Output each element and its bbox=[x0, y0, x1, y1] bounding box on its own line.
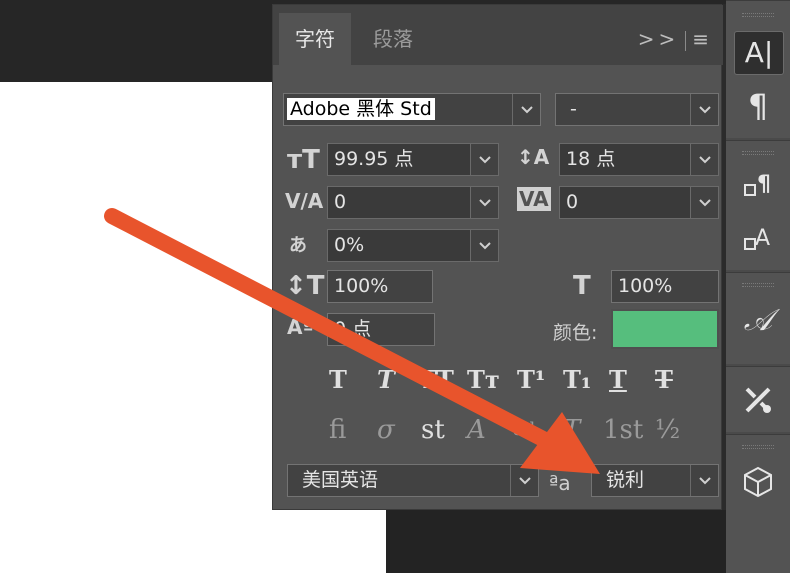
font-size-value: 99.95 点 bbox=[334, 148, 414, 170]
vertical-scale-icon: ↕T bbox=[285, 271, 325, 301]
chevron-down-icon[interactable] bbox=[690, 144, 718, 175]
canvas-dark-area-bottom bbox=[386, 510, 726, 573]
baseline-shift-value: 0 点 bbox=[334, 318, 372, 340]
vertical-scale-value: 100% bbox=[334, 275, 389, 297]
subscript-button[interactable]: T₁ bbox=[563, 365, 591, 394]
vertical-scale-field[interactable]: 100% bbox=[327, 270, 433, 303]
kerning-select[interactable]: 0 bbox=[327, 186, 499, 219]
faux-italic-button[interactable]: T bbox=[377, 365, 395, 394]
chevron-down-icon[interactable] bbox=[512, 94, 540, 125]
all-caps-button[interactable]: TT bbox=[419, 365, 454, 394]
canvas-dark-area bbox=[0, 0, 272, 82]
horizontal-scale-field[interactable]: 100% bbox=[611, 270, 719, 303]
dock-group: A| ¶ bbox=[726, 0, 790, 138]
antialias-value: 锐利 bbox=[606, 469, 645, 491]
color-label: 颜色: bbox=[553, 322, 598, 344]
strikethrough-button[interactable]: T bbox=[655, 365, 673, 394]
kerning-icon: V/A bbox=[285, 189, 324, 213]
leading-icon: ↕A bbox=[517, 145, 550, 169]
swash-button[interactable]: A bbox=[467, 415, 486, 445]
svg-text:¶: ¶ bbox=[757, 172, 771, 197]
fractions-button[interactable]: ½ bbox=[655, 415, 680, 445]
antialias-select[interactable]: 锐利 bbox=[591, 464, 719, 497]
paragraph-styles-icon[interactable]: ¶ bbox=[726, 169, 790, 207]
collapse-panel-button[interactable]: >> bbox=[638, 27, 680, 51]
font-family-value: Adobe 黑体 Std bbox=[287, 98, 435, 120]
3d-icon[interactable] bbox=[726, 465, 790, 503]
font-family-select[interactable]: Adobe 黑体 Std bbox=[283, 93, 541, 126]
underline-button[interactable]: T bbox=[609, 365, 627, 394]
font-size-field[interactable]: 99.95 点 bbox=[327, 143, 499, 176]
character-icon[interactable]: A| bbox=[734, 31, 784, 75]
tsume-value: 0% bbox=[334, 234, 365, 256]
horizontal-scale-icon: T bbox=[573, 271, 591, 301]
kerning-value: 0 bbox=[334, 191, 347, 213]
paragraph-icon[interactable]: ¶ bbox=[726, 87, 790, 125]
dock-group: 𝒜 bbox=[726, 272, 790, 364]
tsume-icon: あ bbox=[289, 235, 307, 256]
dock-group: ¶ A bbox=[726, 140, 790, 270]
dock-group bbox=[726, 434, 790, 573]
tracking-select[interactable]: 0 bbox=[559, 186, 719, 219]
horizontal-scale-value: 100% bbox=[618, 275, 673, 297]
antialias-icon: ªa bbox=[549, 471, 571, 495]
panel-menu-icon[interactable]: ≡ bbox=[692, 27, 713, 51]
character-panel: 字符 段落 >> ≡ Adobe 黑体 Std - ᴛT 99.95 点 ↕A 1… bbox=[272, 4, 723, 510]
baseline-shift-icon: Aª bbox=[287, 315, 314, 339]
superscript-button[interactable]: T¹ bbox=[517, 365, 545, 394]
drag-grip[interactable] bbox=[742, 151, 774, 155]
font-style-select[interactable]: - bbox=[555, 93, 719, 126]
language-select[interactable]: 美国英语 bbox=[287, 464, 539, 497]
baseline-shift-field[interactable]: 0 点 bbox=[327, 313, 435, 346]
panel-dock-strip: A| ¶ ¶ A 𝒜 bbox=[726, 0, 790, 573]
glyphs-icon[interactable]: 𝒜 bbox=[726, 303, 790, 338]
stylistic-alternates-button[interactable]: ad bbox=[513, 419, 535, 440]
language-value: 美国英语 bbox=[302, 469, 379, 491]
panel-tabbar: 字符 段落 >> ≡ bbox=[273, 5, 723, 65]
tools-icon[interactable] bbox=[726, 383, 790, 421]
faux-bold-button[interactable]: T bbox=[329, 365, 347, 394]
panel-menu-controls: >> ≡ bbox=[638, 27, 713, 51]
chevron-down-icon[interactable] bbox=[470, 144, 498, 175]
leading-value: 18 点 bbox=[566, 148, 616, 170]
tracking-icon: VA bbox=[517, 187, 551, 211]
chevron-down-icon[interactable] bbox=[690, 187, 718, 218]
chevron-down-icon[interactable] bbox=[690, 465, 718, 496]
ordinals-button[interactable]: 1st bbox=[603, 415, 643, 445]
chevron-down-icon[interactable] bbox=[470, 230, 498, 261]
drag-grip[interactable] bbox=[742, 445, 774, 449]
leading-field[interactable]: 18 点 bbox=[559, 143, 719, 176]
chevron-down-icon[interactable] bbox=[690, 94, 718, 125]
drag-grip[interactable] bbox=[742, 283, 774, 287]
chevron-down-icon[interactable] bbox=[470, 187, 498, 218]
tab-paragraph[interactable]: 段落 bbox=[357, 13, 429, 65]
ligatures-button[interactable]: fi bbox=[329, 415, 346, 445]
tab-character[interactable]: 字符 bbox=[279, 13, 351, 65]
color-swatch[interactable] bbox=[611, 309, 719, 349]
discretionary-ligatures-button[interactable]: st bbox=[421, 415, 445, 445]
titling-alternates-button[interactable]: T bbox=[563, 415, 580, 445]
dock-group bbox=[726, 366, 790, 432]
svg-text:A: A bbox=[755, 226, 770, 251]
tsume-select[interactable]: 0% bbox=[327, 229, 499, 262]
contextual-alternates-button[interactable]: σ bbox=[377, 415, 395, 445]
font-style-value: - bbox=[570, 98, 577, 120]
tracking-value: 0 bbox=[566, 191, 579, 213]
chevron-down-icon[interactable] bbox=[510, 465, 538, 496]
character-styles-icon[interactable]: A bbox=[726, 221, 790, 259]
divider bbox=[685, 30, 687, 51]
font-size-icon: ᴛT bbox=[287, 145, 320, 175]
small-caps-button[interactable]: Tт bbox=[467, 365, 500, 394]
drag-grip[interactable] bbox=[742, 13, 774, 17]
